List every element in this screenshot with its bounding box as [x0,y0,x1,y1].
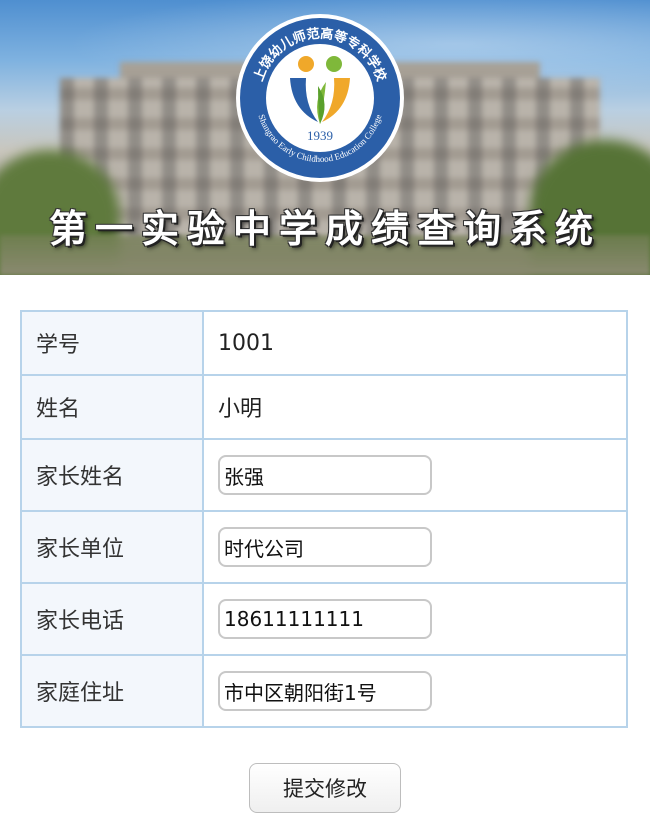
parent-name-label: 家长姓名 [20,438,204,512]
logo-year: 1939 [307,128,333,143]
student-info-form: 学号 1001 姓名 小明 家长姓名 家长单位 家长电话 家庭住址 [20,310,628,728]
parent-name-cell [202,438,628,512]
parent-phone-label: 家长电话 [20,582,204,656]
parent-employer-cell [202,510,628,584]
row-student-id: 学号 1001 [20,310,628,376]
row-student-name: 姓名 小明 [20,374,628,440]
row-parent-name: 家长姓名 [20,438,628,512]
submit-changes-button[interactable]: 提交修改 [249,763,401,813]
header-banner: 上饶幼儿师范高等专科学校 Shangrao Early Childhood Ed… [0,0,650,275]
row-parent-phone: 家长电话 [20,582,628,656]
row-home-address: 家庭住址 [20,654,628,728]
parent-phone-cell [202,582,628,656]
parent-employer-input[interactable] [218,527,432,567]
student-id-label: 学号 [20,310,204,376]
parent-phone-input[interactable] [218,599,432,639]
row-parent-employer: 家长单位 [20,510,628,584]
student-name-value: 小明 [202,374,628,440]
parent-employer-label: 家长单位 [20,510,204,584]
school-logo: 上饶幼儿师范高等专科学校 Shangrao Early Childhood Ed… [236,14,404,182]
student-name-label: 姓名 [20,374,204,440]
student-id-value: 1001 [202,310,628,376]
home-address-input[interactable] [218,671,432,711]
parent-name-input[interactable] [218,455,432,495]
home-address-label: 家庭住址 [20,654,204,728]
page-title: 第一实验中学成绩查询系统 [48,206,601,251]
home-address-cell [202,654,628,728]
